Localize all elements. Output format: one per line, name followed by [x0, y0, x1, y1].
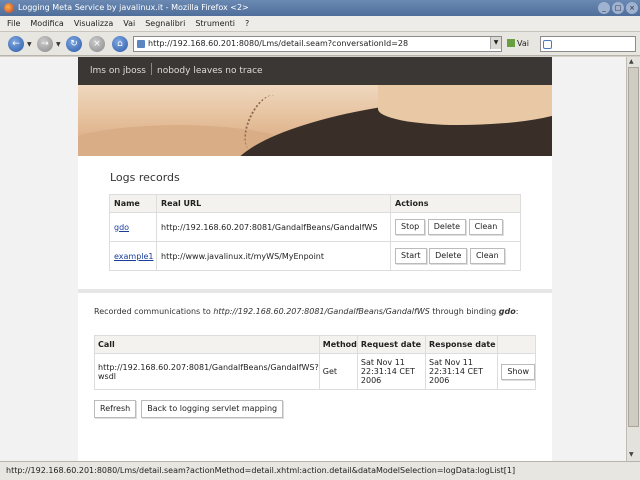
- column-header-real-url: Real URL: [156, 194, 391, 213]
- reload-icon[interactable]: ↻: [66, 36, 82, 52]
- clean-button[interactable]: Clean: [469, 248, 505, 264]
- column-header-request-date: Request date: [356, 335, 426, 354]
- stop-button[interactable]: Stop: [395, 219, 426, 235]
- status-text: http://192.168.60.201:8080/Lms/detail.se…: [6, 466, 516, 475]
- log-real-url: http://192.168.60.207:8081/GandalfBeans/…: [156, 212, 391, 242]
- go-label: Vai: [517, 39, 529, 48]
- logs-table: Name Real URL Actions gdo http://192.168…: [109, 194, 521, 271]
- back-to-mapping-button[interactable]: Back to logging servlet mapping: [141, 400, 284, 418]
- recorded-communications-text: Recorded communications to http://192.16…: [94, 307, 519, 316]
- page-viewport: lms on jboss nobody leaves no trace Logs …: [0, 57, 626, 461]
- site-header: lms on jboss nobody leaves no trace: [78, 57, 552, 85]
- recorded-url: http://192.168.60.207:8081/GandalfBeans/…: [213, 307, 430, 316]
- minimize-button[interactable]: _: [598, 2, 610, 14]
- column-header-action: [497, 335, 536, 354]
- search-input[interactable]: [540, 36, 636, 52]
- firefox-icon: [4, 3, 14, 13]
- search-engine-icon[interactable]: [543, 40, 552, 49]
- table-row: http://192.168.60.207:8081/GandalfBeans/…: [94, 353, 536, 390]
- url-bar[interactable]: http://192.168.60.201:8080/Lms/detail.se…: [133, 36, 502, 52]
- home-icon[interactable]: ⌂: [112, 36, 128, 52]
- scrollbar-thumb[interactable]: [628, 67, 639, 427]
- site-favicon-icon: [137, 40, 145, 48]
- site-name: lms on jboss: [90, 66, 146, 76]
- column-header-response-date: Response date: [424, 335, 499, 354]
- log-real-url: http://www.javalinux.it/myWS/MyEnpoint: [156, 241, 391, 271]
- clean-button[interactable]: Clean: [468, 219, 504, 235]
- table-row: gdo http://192.168.60.207:8081/GandalfBe…: [109, 212, 521, 242]
- window-title-bar: Logging Meta Service by javalinux.it - M…: [0, 0, 640, 16]
- logs-records-title: Logs records: [110, 171, 180, 184]
- desert-banner-image: [78, 85, 552, 156]
- table-header-row: Call Method Request date Response date: [94, 335, 536, 354]
- bottom-actions: Refresh Back to logging servlet mapping: [94, 400, 284, 418]
- vertical-scrollbar[interactable]: ▲ ▼: [626, 57, 640, 461]
- column-header-name: Name: [109, 194, 157, 213]
- menu-segnalibri[interactable]: Segnalibri: [142, 16, 188, 31]
- calls-table: Call Method Request date Response date h…: [94, 335, 536, 390]
- call-request-date: Sat Nov 11 22:31:14 CET 2006: [356, 353, 426, 390]
- refresh-button[interactable]: Refresh: [94, 400, 137, 418]
- menu-vai[interactable]: Vai: [120, 16, 138, 31]
- column-header-actions: Actions: [390, 194, 521, 213]
- url-text: http://192.168.60.201:8080/Lms/detail.se…: [148, 39, 409, 48]
- show-button[interactable]: Show: [501, 363, 535, 380]
- call-response-date: Sat Nov 11 22:31:14 CET 2006: [424, 353, 499, 390]
- close-button[interactable]: ×: [626, 2, 638, 14]
- section-divider: [78, 289, 552, 293]
- menu-bar: File Modifica Visualizza Vai Segnalibri …: [0, 16, 640, 32]
- url-history-dropdown-icon[interactable]: ▼: [490, 37, 501, 49]
- recorded-binding: gdo: [498, 307, 516, 316]
- window-title: Logging Meta Service by javalinux.it - M…: [18, 3, 249, 12]
- site-tagline: nobody leaves no trace: [157, 66, 263, 76]
- delete-button[interactable]: Delete: [427, 219, 467, 235]
- header-separator: [151, 63, 152, 75]
- table-row: example1 http://www.javalinux.it/myWS/My…: [109, 241, 521, 271]
- stop-icon[interactable]: ×: [89, 36, 105, 52]
- scroll-down-icon[interactable]: ▼: [629, 451, 634, 458]
- menu-file[interactable]: File: [4, 16, 23, 31]
- column-header-call: Call: [94, 335, 320, 354]
- maximize-button[interactable]: □: [612, 2, 624, 14]
- call-url: http://192.168.60.207:8081/GandalfBeans/…: [94, 353, 320, 390]
- status-bar: http://192.168.60.201:8080/Lms/detail.se…: [0, 461, 640, 480]
- column-header-method: Method: [318, 335, 358, 354]
- menu-visualizza[interactable]: Visualizza: [71, 16, 116, 31]
- log-name-link[interactable]: gdo: [114, 223, 129, 232]
- menu-strumenti[interactable]: Strumenti: [192, 16, 238, 31]
- log-name-link[interactable]: example1: [114, 252, 154, 261]
- go-button[interactable]: Vai: [507, 38, 529, 50]
- table-header-row: Name Real URL Actions: [109, 194, 521, 213]
- navigation-toolbar: ← ▼ → ▼ ↻ × ⌂ http://192.168.60.201:8080…: [0, 32, 640, 56]
- back-history-dropdown-icon[interactable]: ▼: [27, 41, 32, 48]
- delete-button[interactable]: Delete: [429, 248, 468, 264]
- back-icon[interactable]: ←: [8, 36, 24, 52]
- page-content: lms on jboss nobody leaves no trace Logs …: [78, 57, 552, 461]
- forward-icon[interactable]: →: [37, 36, 53, 52]
- menu-modifica[interactable]: Modifica: [27, 16, 66, 31]
- menu-help[interactable]: ?: [242, 16, 252, 31]
- call-method: Get: [318, 353, 358, 390]
- go-icon: [507, 39, 515, 47]
- scroll-up-icon[interactable]: ▲: [629, 58, 634, 65]
- start-button[interactable]: Start: [395, 248, 427, 264]
- forward-history-dropdown-icon[interactable]: ▼: [56, 41, 61, 48]
